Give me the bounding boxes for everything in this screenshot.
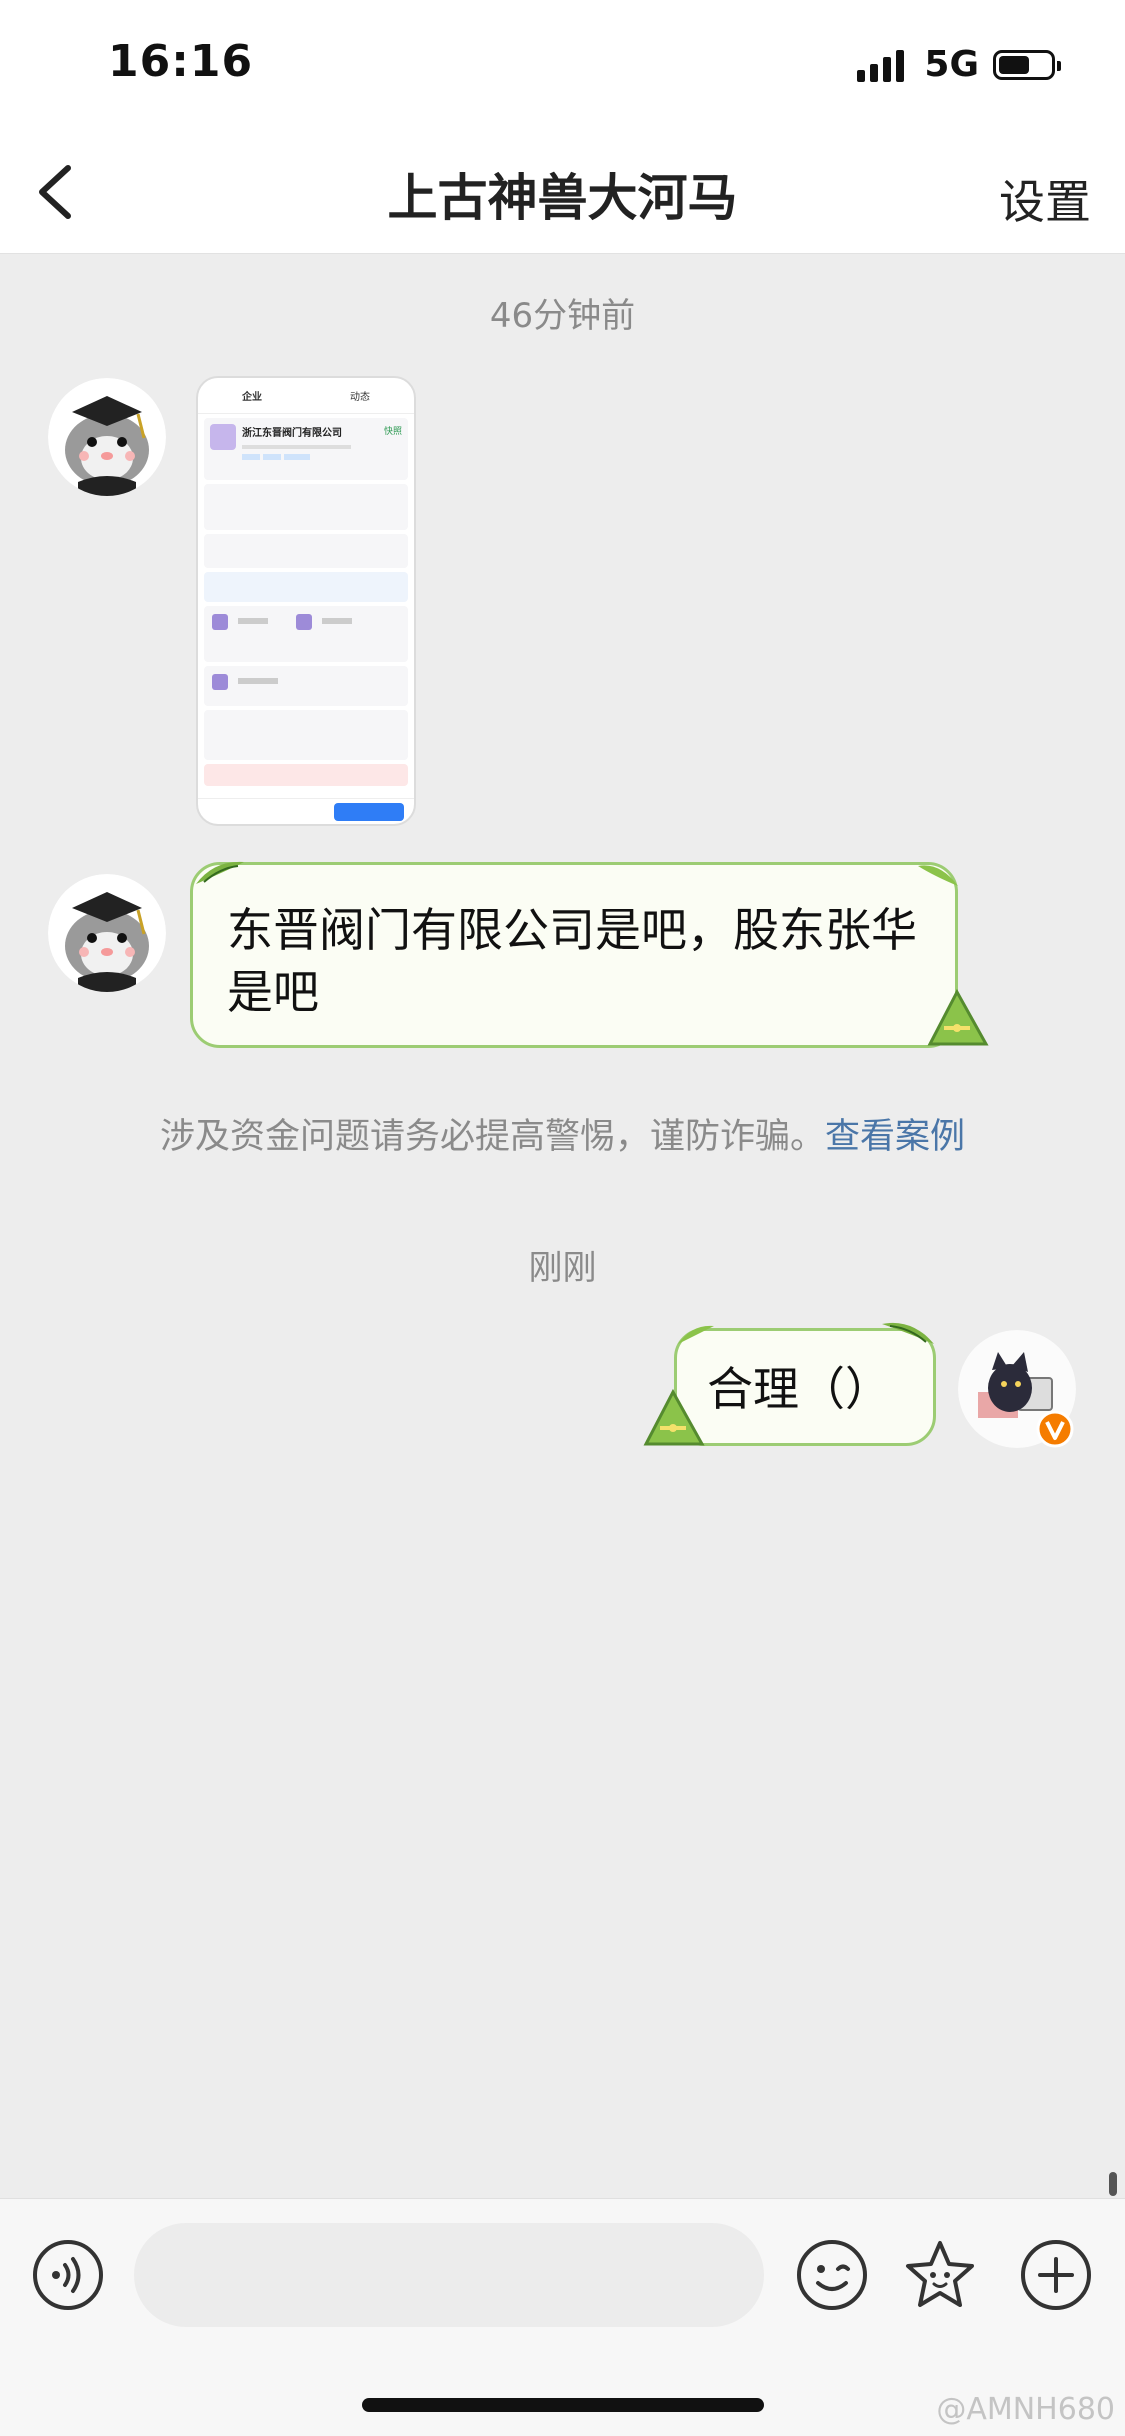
watermark: @AMNH680 [936, 2392, 1115, 2427]
thumb-company-name: 浙江东晋阀门有限公司 [242, 428, 342, 439]
emoji-button[interactable] [794, 2237, 870, 2313]
message-input[interactable] [134, 2223, 764, 2327]
thumb-info-block [204, 710, 408, 760]
plus-circle-icon [1021, 2240, 1091, 2310]
view-cases-link[interactable]: 查看案例 [825, 1117, 965, 1157]
incoming-message-text: 东晋阀门有限公司是吧，股东张华是吧 [227, 903, 917, 1019]
network-type: 5G [924, 44, 979, 85]
status-time: 16:16 [108, 36, 254, 87]
fraud-warning-text: 涉及资金问题请务必提高警惕，谨防诈骗。 [159, 1117, 825, 1157]
thumb-info-block [204, 484, 408, 530]
incoming-message-bubble[interactable]: 东晋阀门有限公司是吧，股东张华是吧 [190, 862, 958, 1048]
thumb-company-header: 浙江东晋阀门有限公司 快照 [204, 418, 408, 480]
timestamp: 46分钟前 [489, 296, 636, 336]
battery-icon [993, 49, 1061, 80]
thumb-tab-news: 动态 [350, 392, 370, 403]
star-sticker-icon [906, 2241, 974, 2307]
outgoing-message-text: 合理（） [707, 1362, 891, 1416]
contact-avatar[interactable] [48, 874, 166, 992]
thumb-info-block [204, 534, 408, 568]
thumb-phone-block [204, 572, 408, 602]
thumb-tabs: 企业 动态 [198, 378, 414, 414]
timestamp: 刚刚 [528, 1248, 597, 1288]
scroll-indicator [1109, 2172, 1117, 2196]
settings-button[interactable]: 设置 [999, 166, 1091, 232]
thumb-tab-enterprise: 企业 [242, 392, 262, 403]
fraud-warning: 涉及资金问题请务必提高警惕，谨防诈骗。查看案例 [0, 1108, 1125, 1159]
thumb-person-block [204, 666, 408, 706]
company-logo-icon [210, 424, 236, 450]
hamster-avatar-icon [48, 874, 166, 992]
thumb-badge: 快照 [383, 427, 402, 437]
zongzi-decoration-icon [643, 1388, 705, 1446]
leaf-decoration-icon [196, 861, 244, 884]
nav-bar: 上古神兽大河马 设置 [0, 130, 1125, 254]
hamster-avatar-icon [48, 378, 166, 496]
thumb-bottom-bar [198, 798, 414, 824]
leaf-decoration-icon [678, 1325, 714, 1344]
status-indicators: 5G [857, 44, 1061, 85]
voice-icon [33, 2240, 103, 2310]
zongzi-decoration-icon [927, 988, 989, 1046]
voice-button[interactable] [30, 2237, 106, 2313]
thumb-alert-block [204, 764, 408, 786]
contact-avatar[interactable] [48, 378, 166, 496]
image-message[interactable]: 企业 动态 浙江东晋阀门有限公司 快照 [196, 376, 416, 826]
thumb-shareholder-block [204, 606, 408, 662]
leaf-decoration-icon [882, 1322, 934, 1344]
leaf-decoration-icon [918, 865, 958, 886]
page-title: 上古神兽大河马 [387, 169, 738, 227]
sticker-button[interactable] [902, 2237, 978, 2313]
more-button[interactable] [1018, 2237, 1094, 2313]
home-indicator [362, 2398, 764, 2412]
smiley-icon [797, 2240, 867, 2310]
signal-icon [857, 48, 905, 82]
verified-badge-icon [1036, 1410, 1074, 1448]
status-bar: 16:16 5G [0, 0, 1125, 130]
